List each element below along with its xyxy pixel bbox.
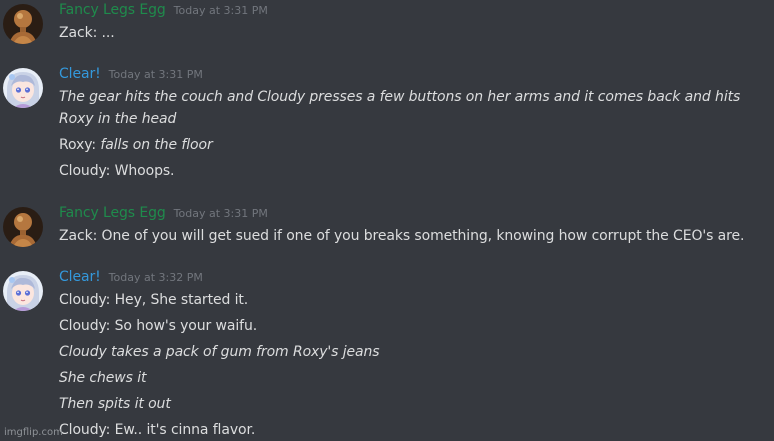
message-text: Cloudy takes a pack of gum from Roxy's j… <box>59 344 380 360</box>
message-text: Zack: One of you will get sued if one of… <box>59 228 745 244</box>
chat-log: Fancy Legs Egg Today at 3:31 PM Zack: ..… <box>0 0 774 441</box>
message-line: Zack: ... <box>59 22 115 44</box>
watermark: imgflip.com <box>4 427 63 438</box>
message-header: Clear! Today at 3:32 PM <box>59 269 203 291</box>
message-line: Cloudy: Ew.. it's cinna flavor. <box>59 419 255 441</box>
message-header: Clear! Today at 3:31 PM <box>59 66 203 88</box>
message-line: Cloudy: Hey, She started it. <box>59 289 248 311</box>
timestamp: Today at 3:31 PM <box>173 4 268 17</box>
message-text: The gear hits the couch and Cloudy press… <box>59 89 741 105</box>
avatar[interactable] <box>3 4 43 44</box>
message-text: Zack: ... <box>59 25 115 41</box>
message-text: Then spits it out <box>59 396 171 412</box>
avatar[interactable] <box>3 271 43 311</box>
message-line: Cloudy takes a pack of gum from Roxy's j… <box>59 341 380 363</box>
username[interactable]: Clear! <box>59 66 101 82</box>
message-line: Roxy: falls on the floor <box>59 134 213 156</box>
message-line: She chews it <box>59 367 146 389</box>
message-line: The gear hits the couch and Cloudy press… <box>59 86 740 108</box>
wooden-mannequin-icon <box>3 207 43 247</box>
message-text: Roxy: <box>59 137 101 153</box>
avatar[interactable] <box>3 207 43 247</box>
timestamp: Today at 3:32 PM <box>108 271 203 284</box>
username[interactable]: Fancy Legs Egg <box>59 205 166 221</box>
username[interactable]: Clear! <box>59 269 101 285</box>
message-header: Fancy Legs Egg Today at 3:31 PM <box>59 205 268 227</box>
timestamp: Today at 3:31 PM <box>173 207 268 220</box>
message-text-italic: falls on the floor <box>100 137 213 153</box>
message-text: Cloudy: Hey, She started it. <box>59 292 249 308</box>
anime-girl-icon <box>3 271 43 311</box>
message-line: Cloudy: Whoops. <box>59 160 175 182</box>
wooden-mannequin-icon <box>3 4 43 44</box>
message-header: Fancy Legs Egg Today at 3:31 PM <box>59 2 268 24</box>
message-line: Roxy in the head <box>59 108 176 130</box>
message-text: Cloudy: Whoops. <box>59 163 175 179</box>
message-line: Then spits it out <box>59 393 171 415</box>
message-text: Roxy in the head <box>59 111 177 127</box>
message-line: Zack: One of you will get sued if one of… <box>59 225 744 247</box>
message-line: Cloudy: So how's your waifu. <box>59 315 257 337</box>
anime-girl-icon <box>3 68 43 108</box>
username[interactable]: Fancy Legs Egg <box>59 2 166 18</box>
avatar[interactable] <box>3 68 43 108</box>
message-text: Cloudy: So how's your waifu. <box>59 318 258 334</box>
message-text: She chews it <box>59 370 147 386</box>
message-text: Cloudy: Ew.. it's cinna flavor. <box>59 422 256 438</box>
timestamp: Today at 3:31 PM <box>108 68 203 81</box>
